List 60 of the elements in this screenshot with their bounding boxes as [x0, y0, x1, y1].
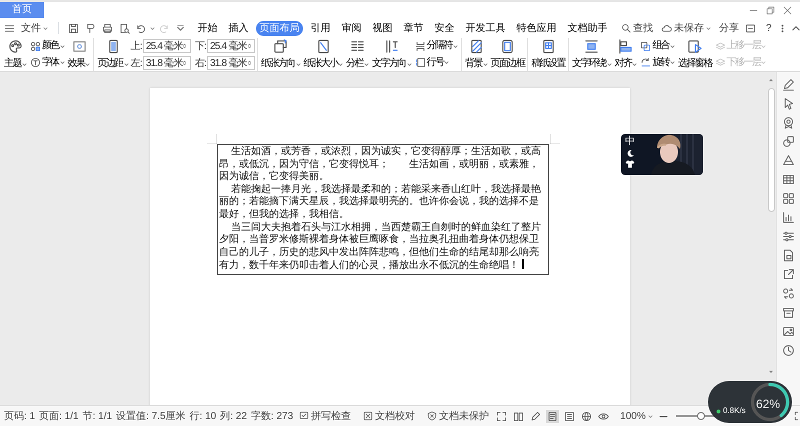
ribbon-tab[interactable]: 开发工具	[462, 20, 509, 36]
paragraph: 若能掬起一捧月光，我选择最柔和的；若能采来香山红叶，我选择最艳丽的；若能摘下满天星辰，我选择最明亮的。也许你会说，我的选择不是最好，但我的选择，我相信。	[219, 184, 542, 222]
ribbon-button[interactable]: 纸张大小	[302, 38, 344, 71]
ribbon-button[interactable]: 旋转	[639, 55, 676, 70]
ribbon-tab[interactable]: 页面布局	[256, 20, 303, 36]
input-field[interactable]: 25.4 毫米	[207, 39, 256, 53]
status-text: 设置值: 7.5厘米	[116, 410, 186, 424]
ribbon-button[interactable]: 颜色	[28, 38, 66, 54]
field-label: 上:	[130, 40, 142, 54]
ribbon-button[interactable]: 行号	[414, 55, 459, 70]
field-label: 右:	[194, 56, 206, 70]
ribbon-button[interactable]: 稿纸设置	[530, 38, 566, 71]
ribbon-button[interactable]: 页面边框	[490, 38, 526, 71]
ribbon-button[interactable]: 分隔符	[414, 38, 459, 54]
status-text: 列: 22	[220, 410, 247, 424]
paragraph: 当三闾大夫抱着石头与江水相拥，当西楚霸王自刎时的鲜血染红了整片夕阳，当普罗米修斯裸着身体被巨鹰啄食，当拉奥孔扭曲着身体仍想保卫自己的儿子，历史的悲风中发出阵阵悲鸣，但他们生命的结尾却那么响亮有力，数千年来仍叩击着人们的心灵，播放出永不低沉的生命绝唱！	[219, 222, 542, 273]
input-mode-button[interactable]: 中	[625, 136, 635, 148]
share-button[interactable]: 分享	[717, 20, 741, 36]
ribbon-button[interactable]: 分栏	[345, 38, 370, 71]
input-field[interactable]: 31.8 毫米	[207, 56, 256, 70]
ribbon-button[interactable]: 组合	[639, 38, 676, 54]
ribbon-button[interactable]: 文字方向	[371, 38, 413, 71]
ribbon-tab[interactable]: 插入	[225, 20, 252, 36]
status-button[interactable]: 拼写检查	[297, 408, 354, 424]
network-rate: 0.8K/s	[723, 405, 746, 417]
ribbon-button[interactable]: 字体	[28, 55, 66, 70]
paragraph: 生活如酒，或芳香，或浓烈，因为诚实，它变得醇厚；生活如歌，或高昂，或低沉，因为守信，它变得悦耳； 生活如画，或明丽，或素雅，因为诚信，它变得美丽。	[219, 146, 542, 184]
field-label: 下:	[194, 40, 206, 54]
ribbon-tab[interactable]: 审阅	[338, 20, 365, 36]
save-status-button[interactable]: 未保存	[659, 20, 713, 36]
file-menu-button[interactable]: 文件	[19, 20, 50, 36]
status-button[interactable]: 文档校对	[361, 408, 418, 424]
field-label: 左:	[130, 56, 142, 70]
ribbon-button[interactable]: 效果	[66, 38, 92, 71]
status-text: 页码: 1	[4, 410, 36, 424]
ribbon-tab[interactable]: 文档助手	[564, 20, 611, 36]
zoom-button[interactable]: 100%	[618, 408, 655, 424]
ribbon-button[interactable]: 纸张方向	[260, 38, 302, 71]
usage-percent: 62%	[756, 396, 780, 413]
status-text: 字数: 273	[250, 410, 294, 424]
ribbon-button[interactable]: 对齐	[614, 38, 638, 71]
help-button[interactable]: ?	[764, 20, 774, 36]
status-text: 行: 10	[190, 410, 216, 424]
search-button[interactable]: 查找	[619, 20, 655, 36]
input-field[interactable]: 31.8 毫米	[142, 56, 191, 70]
ribbon-button[interactable]: 主题	[3, 38, 28, 71]
ribbon-tab[interactable]: 视图	[369, 20, 396, 36]
status-text: 页面: 1/1	[39, 410, 79, 424]
ribbon-button[interactable]: 页边距	[96, 38, 130, 71]
ribbon-tab[interactable]: 特色应用	[513, 20, 560, 36]
ribbon-tab[interactable]: 开始	[194, 20, 221, 36]
ribbon-tab[interactable]: 安全	[431, 20, 458, 36]
ribbon-tab[interactable]: 引用	[307, 20, 334, 36]
status-text: 节: 1/1	[82, 410, 112, 424]
ribbon-button[interactable]: 选择窗格	[677, 38, 713, 71]
input-field[interactable]: 25.4 毫米	[142, 39, 191, 53]
ribbon-button[interactable]: 背景	[464, 38, 489, 71]
ribbon-button[interactable]: 文字环绕	[570, 38, 612, 71]
ribbon-tab[interactable]: 章节	[400, 20, 427, 36]
status-button[interactable]: 文档未保护	[425, 408, 492, 424]
